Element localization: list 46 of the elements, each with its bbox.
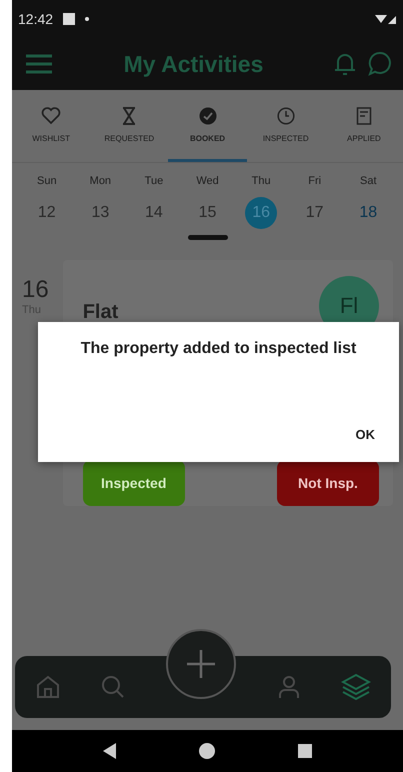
weekday-label: Thu — [252, 175, 271, 187]
check-circle-icon — [198, 106, 216, 124]
tab[interactable]: APPLIED — [324, 90, 403, 162]
weekday-label: Tue — [144, 175, 164, 187]
date-number[interactable]: 13 — [84, 197, 116, 229]
chat-icon[interactable] — [367, 51, 393, 77]
weekday-label: Sat — [360, 175, 377, 187]
layers-icon[interactable] — [341, 673, 372, 701]
tab[interactable]: BOOKED — [168, 90, 247, 162]
weekday-label: Mon — [90, 175, 112, 187]
hourglass-icon — [121, 106, 138, 124]
dialog-message: The property added to inspected list — [80, 340, 358, 358]
dot-icon — [85, 17, 90, 21]
drag-handle[interactable] — [188, 235, 228, 240]
date-number[interactable]: 14 — [138, 197, 170, 229]
heart-icon — [41, 106, 62, 124]
weekday-label: Sun — [37, 175, 57, 187]
search-icon[interactable] — [100, 674, 126, 700]
tab[interactable]: INSPECTED — [246, 90, 325, 162]
add-button[interactable] — [164, 628, 237, 700]
signal-icon — [375, 13, 397, 25]
weekday-label: Wed — [196, 175, 219, 187]
home-icon[interactable] — [34, 674, 61, 700]
property-title: Flat — [82, 300, 118, 324]
home-dot-icon[interactable] — [199, 743, 216, 759]
document-icon — [356, 106, 372, 124]
back-icon[interactable] — [103, 743, 118, 759]
date-number[interactable]: 18 — [352, 197, 384, 229]
notification-bell-icon[interactable] — [333, 51, 357, 77]
menu-icon[interactable] — [24, 53, 54, 75]
date-number[interactable]: 15 — [192, 197, 224, 229]
date-number[interactable]: 16 — [245, 197, 278, 229]
status-time: 12:42 — [18, 11, 54, 27]
booking-day: 16 — [22, 276, 49, 304]
recent-apps-icon[interactable] — [298, 744, 312, 758]
clock-icon — [276, 106, 295, 124]
date-number[interactable]: 17 — [298, 197, 331, 229]
weekday-label: Fri — [308, 175, 322, 187]
tab[interactable]: REQUESTED — [90, 90, 168, 162]
page-title: My Activities — [122, 50, 264, 78]
date-number[interactable]: 12 — [30, 197, 63, 229]
ok-button[interactable]: OK — [348, 421, 383, 448]
notification-icon — [63, 13, 76, 25]
not-inspected-button[interactable]: Not Insp. — [277, 460, 379, 506]
tab[interactable]: WISHLIST — [12, 90, 90, 162]
inspected-button[interactable]: Inspected — [82, 460, 185, 506]
